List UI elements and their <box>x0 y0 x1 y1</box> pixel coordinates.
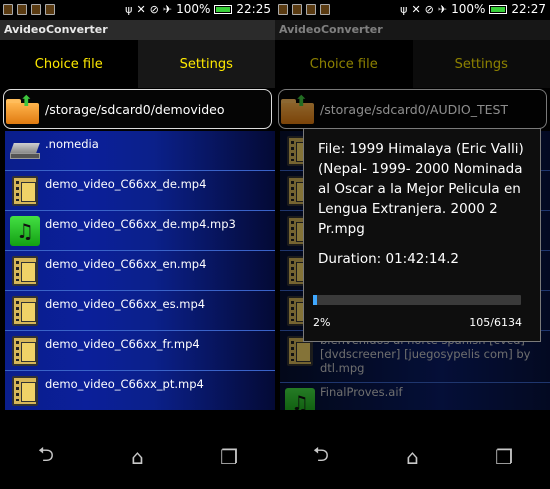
video-file-icon <box>12 175 38 206</box>
file-name: demo_video_C66xx_es.mp4 <box>45 297 206 311</box>
notification-icon <box>45 4 55 15</box>
current-path: /storage/sdcard0/AUDIO_TEST <box>320 101 509 117</box>
clock: 22:27 <box>511 2 546 16</box>
folder-up-icon[interactable]: ⬆ <box>281 92 314 124</box>
file-row[interactable]: .nomedia <box>5 131 275 171</box>
file-name: demo_video_C66xx_fr.mp4 <box>45 337 200 351</box>
wifi-off-icon: ⊘ <box>424 2 434 16</box>
status-bar: ψ ✕ ⊘ ✈ 100% 22:27 <box>275 0 550 20</box>
battery-icon <box>214 4 233 14</box>
file-row[interactable]: demo_video_C66xx_es.mp4 <box>5 291 275 331</box>
file-name: demo_video_C66xx_en.mp4 <box>45 257 207 271</box>
video-file-icon <box>12 255 38 286</box>
file-name: FinalProves.aif <box>320 385 403 399</box>
notification-icon <box>320 4 330 15</box>
music-file-icon: ♫ <box>10 215 40 246</box>
file-row[interactable]: ♫ FinalProves.aif <box>280 383 550 410</box>
notification-icon <box>31 4 41 15</box>
notification-icon <box>3 4 13 15</box>
nav-bar: ⮌ ⌂ ❐ <box>0 429 275 489</box>
status-bar: ψ ✕ ⊘ ✈ 100% 22:25 <box>0 0 275 20</box>
video-file-icon <box>12 375 38 406</box>
airplane-icon: ✈ <box>437 2 448 16</box>
mute-icon: ✕ <box>411 2 421 16</box>
notification-icon <box>17 4 27 15</box>
notification-icon <box>292 4 302 15</box>
conversion-progress-dialog: File: 1999 Himalaya (Eric Valli) (Nepal-… <box>303 128 541 342</box>
notification-icon <box>306 4 316 15</box>
nav-bar: ⮌ ⌂ ❐ <box>275 429 550 489</box>
screen-right: ψ ✕ ⊘ ✈ 100% 22:27 AvideoConverter Choic… <box>275 0 550 489</box>
file-row[interactable]: ♫ demo_video_C66xx_de.mp4.mp3 <box>5 211 275 251</box>
progress-count: 105/6134 <box>469 316 522 329</box>
app-title: AvideoConverter <box>0 20 275 40</box>
battery-percent: 100% <box>451 2 486 16</box>
app-title: AvideoConverter <box>275 20 550 40</box>
file-row[interactable]: demo_video_C66xx_fr.mp4 <box>5 331 275 371</box>
tab-settings[interactable]: Settings <box>412 40 550 88</box>
recents-icon[interactable]: ❐ <box>214 445 244 469</box>
back-icon[interactable]: ⮌ <box>306 440 336 474</box>
file-name: demo_video_C66xx_pt.mp4 <box>45 377 204 391</box>
file-row[interactable]: demo_video_C66xx_de.mp4 <box>5 171 275 211</box>
clock: 22:25 <box>236 2 271 16</box>
dialog-file-text: File: 1999 Himalaya (Eric Valli) (Nepal-… <box>318 141 524 237</box>
video-file-icon <box>12 295 38 326</box>
usb-icon: ψ <box>400 2 408 16</box>
file-list: .nomedia demo_video_C66xx_de.mp4 ♫ demo_… <box>5 131 275 410</box>
file-row[interactable]: demo_video_C66xx_en.mp4 <box>5 251 275 291</box>
notification-icon <box>278 4 288 15</box>
folder-up-icon[interactable]: ⬆ <box>6 92 39 124</box>
drive-icon <box>10 141 40 161</box>
file-name: demo_video_C66xx_de.mp4 <box>45 177 207 191</box>
tab-bar: Choice file Settings <box>0 40 275 88</box>
path-bar[interactable]: ⬆ /storage/sdcard0/demovideo <box>3 89 272 129</box>
path-bar[interactable]: ⬆ /storage/sdcard0/AUDIO_TEST <box>278 89 547 129</box>
current-path: /storage/sdcard0/demovideo <box>45 101 225 117</box>
progress-fill <box>313 295 318 305</box>
recents-icon[interactable]: ❐ <box>489 445 519 469</box>
progress-bar <box>313 295 521 305</box>
file-name: demo_video_C66xx_de.mp4.mp3 <box>45 217 236 231</box>
tab-bar: Choice file Settings <box>275 40 550 88</box>
mute-icon: ✕ <box>136 2 146 16</box>
music-file-icon: ♫ <box>285 387 315 410</box>
wifi-off-icon: ⊘ <box>149 2 159 16</box>
battery-percent: 100% <box>176 2 211 16</box>
home-icon[interactable]: ⌂ <box>122 445 152 469</box>
video-file-icon <box>12 335 38 366</box>
dialog-duration-text: Duration: 01:42:14.2 <box>318 251 459 267</box>
tab-settings[interactable]: Settings <box>137 40 275 88</box>
back-icon[interactable]: ⮌ <box>31 440 61 474</box>
battery-icon <box>489 4 508 14</box>
tab-choice-file[interactable]: Choice file <box>0 40 138 88</box>
home-icon[interactable]: ⌂ <box>397 445 427 469</box>
airplane-icon: ✈ <box>162 2 173 16</box>
file-row[interactable]: demo_video_C66xx_pt.mp4 <box>5 371 275 410</box>
progress-percent: 2% <box>313 316 331 329</box>
tab-choice-file[interactable]: Choice file <box>275 40 413 88</box>
file-name: .nomedia <box>45 137 99 151</box>
usb-icon: ψ <box>125 2 133 16</box>
screen-left: ψ ✕ ⊘ ✈ 100% 22:25 AvideoConverter Choic… <box>0 0 275 489</box>
